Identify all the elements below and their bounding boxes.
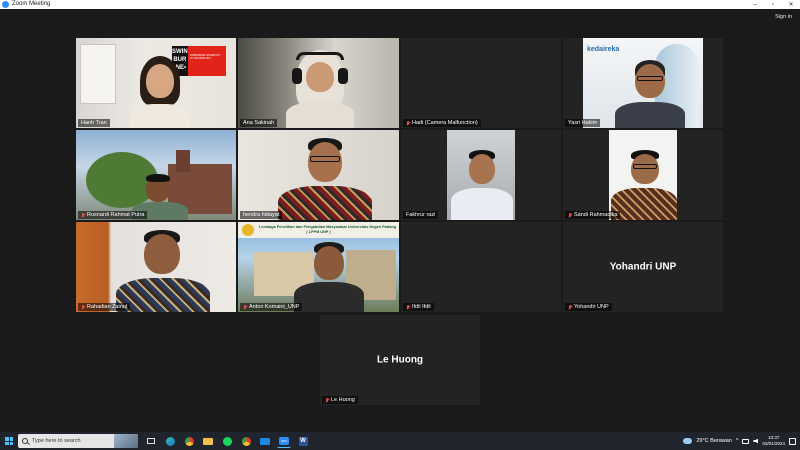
system-tray: 29°C Berawan ^ 10:37 03/01/2024 xyxy=(683,432,800,450)
kedaireka-logo: kedaireka xyxy=(587,46,620,53)
volume-icon[interactable] xyxy=(753,438,759,444)
minimize-button[interactable]: – xyxy=(746,0,764,9)
zoom-app-icon xyxy=(2,1,9,8)
participant-name-label: Ana Sakinah xyxy=(240,119,278,127)
participant-name-label: Rusnardi Rahmat Putra xyxy=(78,211,148,219)
unp-emblem xyxy=(242,224,254,236)
participant-tile-sandi-rahmadika[interactable]: Sandi Rahmadika xyxy=(563,130,723,220)
window-decor xyxy=(80,44,116,104)
participant-name-label: hendra hidayat xyxy=(240,211,283,219)
edge-icon[interactable] xyxy=(163,434,177,448)
participant-name-label: Hanh Tran xyxy=(78,119,110,127)
logo-text-1: SWIN xyxy=(172,49,188,55)
clock-date: 03/01/2024 xyxy=(762,441,785,446)
mic-muted-icon xyxy=(568,304,572,310)
participant-video xyxy=(449,150,513,220)
participant-tile-hadi[interactable]: Hadi (Camera Malfunction) xyxy=(401,38,561,128)
mic-muted-icon xyxy=(81,304,85,310)
participant-video xyxy=(116,230,210,312)
search-placeholder: Type here to search xyxy=(32,438,81,444)
zoom-window: Zoom Meeting – ▫ ✕ Sign in SWIN BUR •NE•… xyxy=(0,0,800,450)
search-highlight-image xyxy=(114,434,138,448)
chevron-up-icon[interactable]: ^ xyxy=(736,438,739,444)
participant-video xyxy=(294,242,364,312)
participant-tile-fakhrur-razi[interactable]: Fakhrur razi xyxy=(401,130,561,220)
mail-icon[interactable] xyxy=(258,434,272,448)
participant-name-label: Yasri Hakim xyxy=(565,119,601,127)
mic-muted-icon xyxy=(406,120,410,126)
close-button[interactable]: ✕ xyxy=(782,0,800,9)
participant-tile-rusnardi[interactable]: Rusnardi Rahmat Putra xyxy=(76,130,236,220)
task-view-icon[interactable] xyxy=(144,434,158,448)
tower-graphic xyxy=(176,150,190,172)
mic-muted-icon xyxy=(325,397,329,403)
participant-tile-anton-komaini[interactable]: Lembaga Penelitian dan Pengabdian Masyar… xyxy=(238,222,399,312)
banner-line-2: ( LPPM UNP ) xyxy=(306,230,331,234)
mic-muted-icon xyxy=(406,304,410,310)
spotify-icon[interactable] xyxy=(220,434,234,448)
search-icon xyxy=(22,438,28,444)
start-button[interactable] xyxy=(0,432,18,450)
zoom-taskbar-icon[interactable]: zm xyxy=(277,434,291,448)
notification-icon[interactable] xyxy=(789,437,796,445)
mic-muted-icon xyxy=(568,212,572,218)
taskbar-clock[interactable]: 10:37 03/01/2024 xyxy=(762,435,785,447)
participant-tile-ifdil[interactable]: Ifdil Ifdil xyxy=(401,222,561,312)
participant-name-label: Hadi (Camera Malfunction) xyxy=(403,119,481,127)
file-explorer-icon[interactable] xyxy=(201,434,215,448)
weather-text[interactable]: 29°C Berawan xyxy=(696,438,732,444)
participant-name-label: Le Huong xyxy=(322,396,358,404)
participant-tile-hendra-hidayat[interactable]: hendra hidayat xyxy=(238,130,399,220)
participant-name-label: Anton Komaini_UNP xyxy=(240,303,303,311)
taskbar-search-box[interactable]: Type here to search xyxy=(18,434,138,448)
participant-tile-yohandri[interactable]: Yohandri UNP Yohandri UNP xyxy=(563,222,723,312)
participant-name-label: Sandi Rahmadika xyxy=(565,211,621,219)
windows-taskbar: Type here to search zm W 29°C Berawan ^ … xyxy=(0,432,800,450)
participant-tile-rahadian-zainul[interactable]: Rahadian Zainul xyxy=(76,222,236,312)
participant-video xyxy=(611,150,677,220)
mic-muted-icon xyxy=(243,304,247,310)
weather-icon[interactable] xyxy=(683,438,693,444)
participant-tile-le-huong[interactable]: Le Huong Le Huong xyxy=(320,315,480,405)
participant-tile-ana-sakinah[interactable]: Ana Sakinah xyxy=(238,38,399,128)
participant-name-label: Yohandri UNP xyxy=(565,303,612,311)
camera-off-name: Yohandri UNP xyxy=(609,261,677,273)
window-title: Zoom Meeting xyxy=(12,1,51,7)
browser-icon[interactable] xyxy=(182,434,196,448)
participant-name-label: Fakhrur razi xyxy=(403,211,439,219)
participant-tile-hanh-tran[interactable]: SWIN BUR •NE• SWINBURNE UNIVERSITY OF TE… xyxy=(76,38,236,128)
windows-logo-icon xyxy=(5,437,13,445)
participant-video xyxy=(286,50,356,128)
participant-name-label: Ifdil Ifdil xyxy=(403,303,434,311)
lppm-banner: Lembaga Penelitian dan Pengabdian Masyar… xyxy=(238,222,399,238)
word-icon[interactable]: W xyxy=(296,434,310,448)
title-bar: Zoom Meeting – ▫ ✕ xyxy=(0,0,800,9)
participant-video xyxy=(278,138,372,220)
sign-in-link[interactable]: Sign in xyxy=(775,14,792,20)
participant-video xyxy=(615,60,685,128)
participant-tile-yasri-hakim[interactable]: kedaireka Yasri Hakim xyxy=(563,38,723,128)
participant-name-label: Rahadian Zainul xyxy=(78,303,131,311)
chrome-icon[interactable] xyxy=(239,434,253,448)
network-icon[interactable] xyxy=(742,438,750,444)
maximize-button[interactable]: ▫ xyxy=(764,0,782,9)
camera-off-name: Le Huong xyxy=(376,354,424,366)
participant-video xyxy=(126,56,206,128)
banner-line-1: Lembaga Penelitian dan Pengabdian Masyar… xyxy=(259,225,396,229)
mic-muted-icon xyxy=(81,212,85,218)
